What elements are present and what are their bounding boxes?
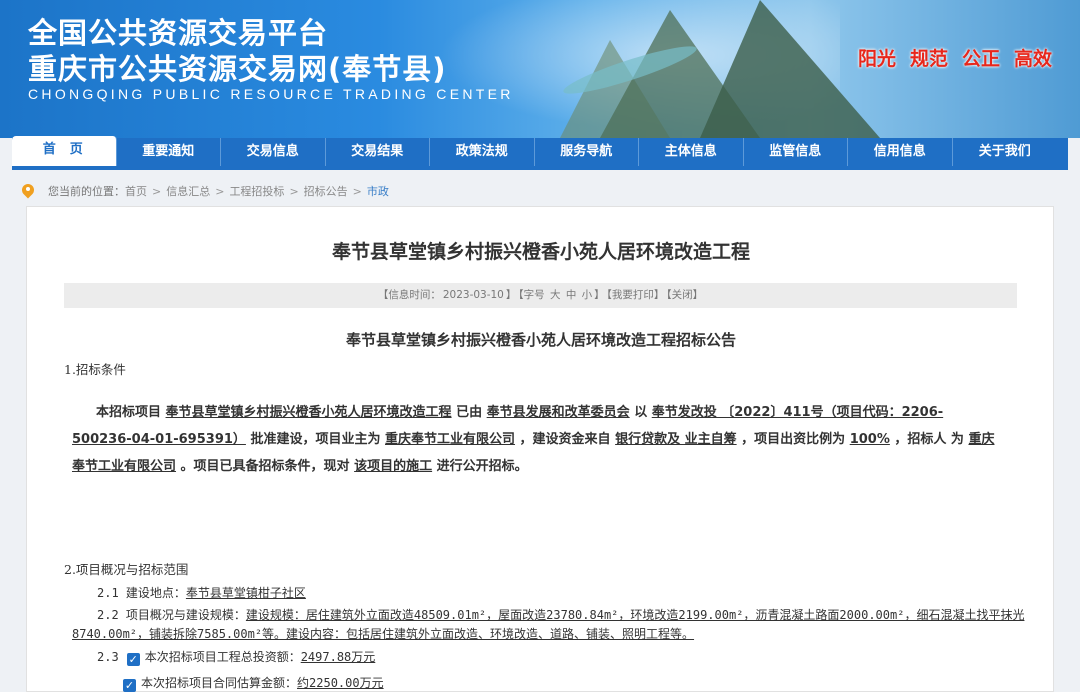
location-line: 2.1 建设地点：奉节县草堂镇柑子社区: [97, 583, 306, 603]
project-name: 奉节县草堂镇乡村振兴橙香小苑人居环境改造工程: [165, 405, 452, 420]
article-title: 奉节县草堂镇乡村振兴橙香小苑人居环境改造工程: [331, 241, 750, 263]
site-title-en: CHONGQING PUBLIC RESOURCE TRADING CENTER: [28, 86, 514, 102]
header-banner: 全国公共资源交易平台 重庆市公共资源交易网(奉节县) CHONGQING PUB…: [0, 0, 1080, 138]
investment-line: 2.3 ✓ 本次招标项目工程总投资额：2497.88万元: [97, 647, 375, 667]
font-small-button[interactable]: 小: [582, 289, 593, 301]
site-subtitle: 重庆市公共资源交易网(奉节县): [28, 52, 447, 86]
article-info-bar: 【信息时间： 2023-03-10】【字号 大 中 小】【我要打印】 【关闭】: [64, 283, 1017, 308]
info-date-prefix: 【信息时间：: [377, 289, 441, 301]
location-pin-icon: [22, 184, 34, 198]
tender-conditions-paragraph: 本招标项目 奉节县草堂镇乡村振兴橙香小苑人居环境改造工程 已由 奉节县发展和改革…: [72, 399, 1002, 480]
info-date-suffix: 】: [505, 289, 517, 301]
breadcrumb-prefix: 您当前的位置：: [48, 185, 125, 198]
investment-value: 2497.88万元: [300, 650, 376, 664]
slogan-item: 规范: [909, 48, 948, 70]
nav-item-trade-results[interactable]: 交易结果: [326, 138, 430, 166]
para-text: ，建设资金来自: [519, 432, 611, 447]
close-button[interactable]: 【关闭】: [666, 289, 703, 301]
notice-title: 奉节县草堂镇乡村振兴橙香小苑人居环境改造工程招标公告: [345, 331, 736, 349]
breadcrumb-info-summary[interactable]: 信息汇总: [166, 183, 210, 199]
contract-value: 约2250.00万元: [297, 676, 384, 690]
nav-item-notices[interactable]: 重要通知: [117, 138, 221, 166]
para-text: 已由: [456, 405, 483, 420]
contract-label: 本次招标项目合同估算金额：: [141, 676, 298, 690]
nav-underline: [12, 166, 1068, 170]
breadcrumb-tender-notice[interactable]: 招标公告: [304, 183, 348, 199]
project-owner: 重庆奉节工业有限公司: [385, 432, 516, 447]
investment-ratio: 100%: [849, 432, 890, 447]
location-value: 奉节县草堂镇柑子社区: [185, 586, 306, 600]
breadcrumb-separator: >: [289, 184, 299, 198]
article-panel: 奉节县草堂镇乡村振兴橙香小苑人居环境改造工程 【信息时间： 2023-03-10】…: [26, 206, 1054, 692]
breadcrumb-engineering[interactable]: 工程招投标: [229, 183, 284, 199]
font-size-label: 【字号: [518, 289, 545, 301]
checkbox-checked-icon[interactable]: ✓: [123, 679, 136, 692]
investment-label: 本次招标项目工程总投资额：: [144, 650, 301, 664]
nav-item-policies[interactable]: 政策法规: [430, 138, 535, 166]
scale-value: 建设规模：居住建筑外立面改造48509.01m²，屋面改造23780.84m²，…: [245, 608, 1025, 622]
para-text: 进行公开招标。: [436, 459, 528, 474]
section-heading: 1.招标条件: [64, 362, 126, 377]
slogan-item: 阳光: [857, 48, 896, 70]
scale-label: 2.2 项目概况与建设规模：: [97, 608, 246, 622]
nav-item-trade-info[interactable]: 交易信息: [221, 138, 326, 166]
breadcrumb-separator: >: [215, 184, 225, 198]
font-large-button[interactable]: 大: [550, 289, 561, 301]
breadcrumb-separator: >: [152, 184, 162, 198]
checkbox-checked-icon[interactable]: ✓: [126, 653, 140, 666]
para-text: ，项目出资比例为: [741, 432, 846, 447]
nav-item-service-guide[interactable]: 服务导航: [535, 138, 639, 166]
nav-item-credit[interactable]: 信用信息: [848, 138, 953, 166]
nav-item-home[interactable]: 首页: [12, 136, 117, 166]
main-nav: 首页 重要通知 交易信息 交易结果 政策法规 服务导航 主体信息 监管信息 信用…: [12, 136, 1068, 166]
tender-scope: 该项目的施工: [354, 459, 433, 474]
para-text: 批准建设，项目业主为: [250, 432, 381, 447]
nav-item-entity-info[interactable]: 主体信息: [639, 138, 744, 166]
slogan-item: 高效: [1013, 48, 1052, 70]
para-text: 本招标项目: [96, 405, 162, 420]
scale-line-cont: 8740.00m²，铺装拆除7585.00m²等。建设内容：包括居住建筑外立面改…: [72, 624, 1032, 644]
breadcrumb: 您当前的位置： 首页 > 信息汇总 > 工程招投标 > 招标公告 > 市政: [22, 182, 389, 200]
font-medium-button[interactable]: 中: [566, 289, 577, 301]
approver-name: 奉节县发展和改革委员会: [486, 405, 630, 420]
banner-mountain: [700, 0, 880, 138]
investment-number: 2.3: [97, 650, 119, 664]
slogan: 阳光 规范 公正 高效: [858, 44, 1052, 71]
print-button[interactable]: 【我要打印】: [607, 289, 665, 301]
para-text: 以: [634, 405, 648, 420]
contract-line: ✓ 本次招标项目合同估算金额：约2250.00万元: [115, 673, 384, 692]
breadcrumb-separator: >: [352, 184, 362, 198]
nav-item-about[interactable]: 关于我们: [953, 138, 1058, 166]
breadcrumb-home[interactable]: 首页: [125, 183, 147, 199]
info-date: 2023-03-10: [442, 289, 504, 301]
slogan-item: 公正: [961, 48, 1000, 70]
scale-value-cont: 8740.00m²，铺装拆除7585.00m²等。建设内容：包括居住建筑外立面改…: [72, 627, 695, 641]
font-size-end: 】: [594, 289, 605, 301]
breadcrumb-municipal[interactable]: 市政: [367, 183, 389, 199]
para-text: 。项目已具备招标条件，现对: [180, 459, 350, 474]
fund-source: 银行贷款及 业主自筹: [615, 432, 737, 447]
location-label: 2.1 建设地点：: [97, 586, 186, 600]
section-heading: 2.项目概况与招标范围: [64, 562, 189, 577]
scale-line: 2.2 项目概况与建设规模：建设规模：居住建筑外立面改造48509.01m²，屋…: [97, 605, 1027, 625]
para-text: ，招标人 为: [894, 432, 964, 447]
nav-item-supervision[interactable]: 监管信息: [744, 138, 848, 166]
